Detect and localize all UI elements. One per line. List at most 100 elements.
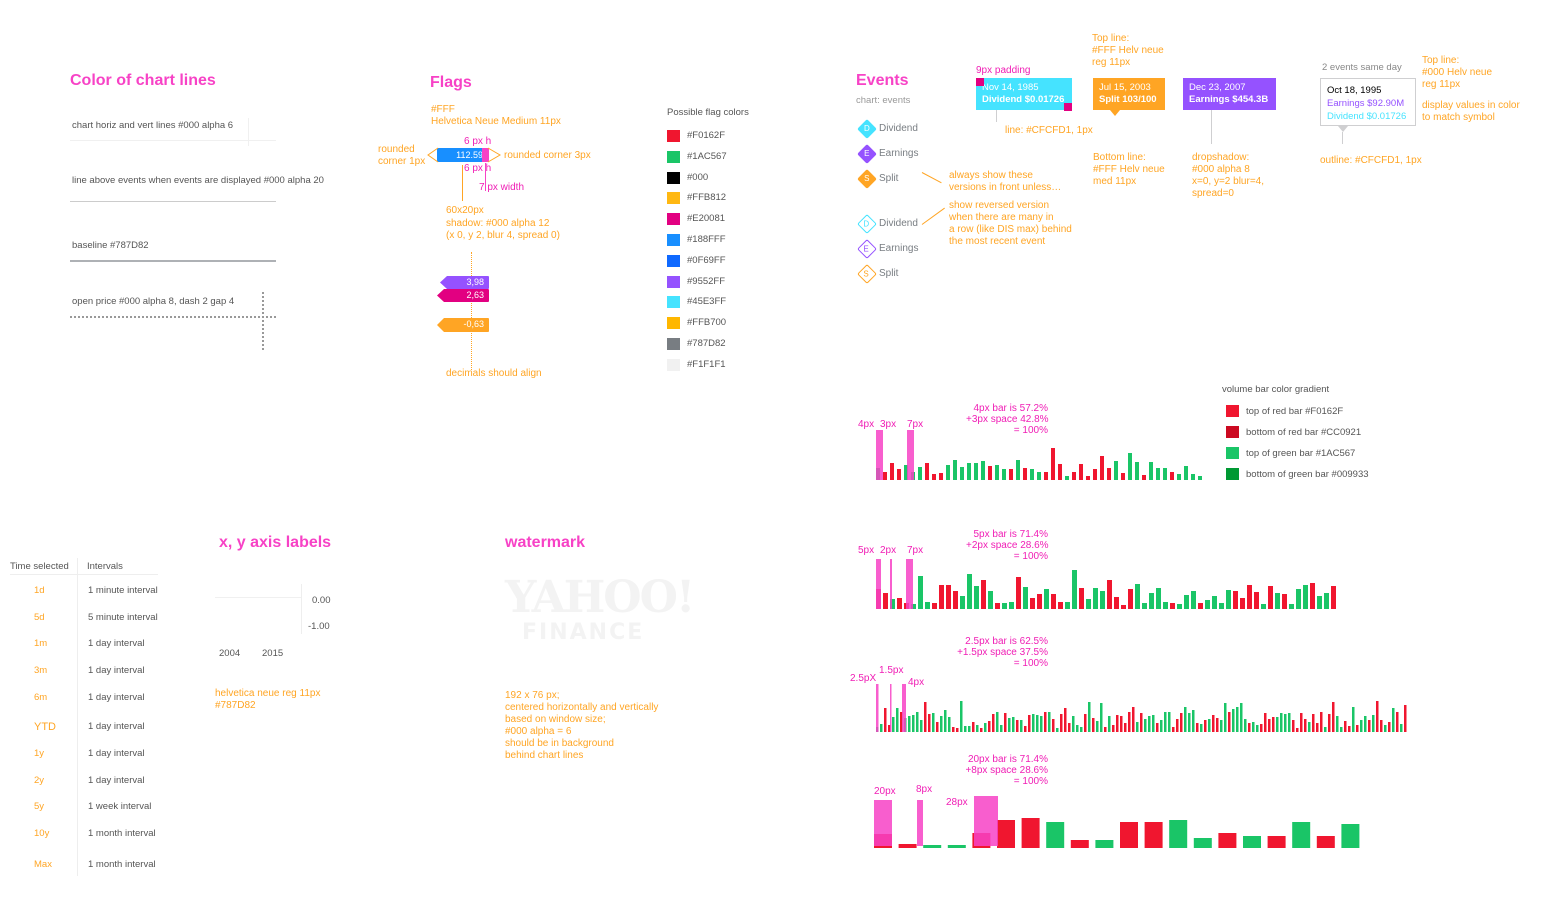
- volume-bar: [1400, 724, 1403, 732]
- volume-bar: [1128, 712, 1131, 732]
- interval-value: 1 day interval: [88, 692, 145, 703]
- volume-bar: [1228, 712, 1231, 732]
- volume-bar: [1072, 570, 1077, 609]
- color-swatch-label: #9552FF: [687, 275, 726, 287]
- bar-width-highlight: [890, 684, 892, 732]
- baseline-sample: [70, 260, 276, 262]
- volume-bar: [1142, 603, 1147, 609]
- open-price-sample: [70, 316, 276, 318]
- volume-bar: [1392, 708, 1395, 732]
- volume-bar: [1068, 723, 1071, 732]
- volume-bar: [1116, 715, 1119, 732]
- volume-bar: [1107, 580, 1112, 609]
- volume-bar: [939, 585, 944, 609]
- color-swatch-label: #FFB812: [687, 192, 727, 204]
- same-day-tooltip: Oct 18, 1995 Earnings $92.90M Dividend $…: [1320, 78, 1416, 126]
- volume-bar: [1156, 588, 1161, 609]
- volume-bar: [946, 465, 950, 480]
- volume-bar: [1380, 720, 1383, 732]
- volume-bar: [1177, 604, 1182, 609]
- events-dropshadow-note: dropshadow: #000 alpha 8 x=0, y=2 blur=4…: [1192, 152, 1264, 199]
- volume-bar: [960, 467, 964, 480]
- interval-value: 1 month interval: [88, 828, 156, 839]
- volume-bar: [1004, 713, 1007, 732]
- volume-bar: [1232, 709, 1235, 732]
- tooltip-pointer: [1338, 126, 1348, 132]
- volume-note: 2.5px bar is 62.5% +1.5px space 37.5% = …: [957, 636, 1048, 669]
- event-icon-label: Earnings: [879, 148, 919, 159]
- volume-bar: [1218, 833, 1237, 848]
- watermark-subtitle: FINANCE: [522, 620, 645, 645]
- volume-bar: [1282, 594, 1287, 609]
- volume-bar: [976, 725, 979, 732]
- volume-bar: [1096, 721, 1099, 732]
- volume-bar: [1121, 473, 1125, 480]
- volume-bar: [981, 461, 985, 480]
- volume-bar: [1135, 584, 1140, 609]
- interval-value: 1 day interval: [88, 748, 145, 759]
- volume-bar: [1164, 712, 1167, 732]
- color-swatch: [667, 296, 680, 309]
- volume-chart-2: [876, 559, 1336, 609]
- volume-bar: [1292, 822, 1311, 848]
- axis-grid-line: [215, 597, 301, 598]
- volume-bar: [1086, 476, 1090, 480]
- color-swatch: [667, 338, 680, 350]
- gradient-swatch-label: bottom of red bar #CC0921: [1246, 427, 1362, 438]
- volume-bar: [1051, 448, 1055, 480]
- volume-bar: [890, 463, 894, 480]
- volume-bar: [1120, 716, 1123, 732]
- volume-bar: [1076, 725, 1079, 732]
- interval-value: 1 day interval: [88, 775, 145, 786]
- volume-bar: [1136, 722, 1139, 732]
- volume-bar: [897, 598, 902, 609]
- interval-time: 10y: [34, 828, 50, 839]
- volume-bar: [1268, 719, 1271, 732]
- volume-bar: [1236, 707, 1239, 732]
- color-swatch: [667, 317, 680, 330]
- volume-bar: [1256, 725, 1259, 732]
- same-day-top-note: Top line: #000 Helv neue reg 11px: [1422, 55, 1493, 90]
- volume-bar: [940, 716, 943, 732]
- flags-h-bottom: 6 px h: [464, 163, 492, 174]
- volume-bar: [968, 726, 971, 732]
- volume-bar: [918, 467, 922, 480]
- volume-bar: [956, 728, 959, 732]
- watermark-note: 192 x 76 px; centered horizontally and v…: [505, 690, 659, 761]
- dividend-icon: D: [857, 119, 877, 139]
- color-swatch-label: #45E3FF: [687, 296, 727, 308]
- bar-width-highlight: [874, 800, 892, 846]
- event-icon-label: Split: [879, 268, 899, 279]
- volume-bar: [1169, 820, 1188, 848]
- volume-bar: [1037, 472, 1041, 480]
- volume-bar: [1037, 594, 1042, 609]
- interval-value: 1 day interval: [88, 638, 145, 649]
- gradient-swatch: [1226, 405, 1239, 417]
- volume-bar: [1093, 588, 1098, 609]
- flags-shadow-params: (x 0, y 2, blur 4, spread 0): [446, 230, 560, 241]
- volume-bar: [1163, 602, 1168, 609]
- same-day-outline-note: outline: #CFCFD1, 1px: [1320, 155, 1422, 166]
- chart-lines-item: open price #000 alpha 8, dash 2 gap 4: [72, 296, 235, 307]
- volume-bar: [1156, 723, 1159, 732]
- events-line-note: line: #CFCFD1, 1px: [1005, 125, 1093, 136]
- event-tooltip-dividend: Nov 14, 1985 Dividend $0.01726: [976, 78, 1072, 110]
- volume-bar: [1254, 592, 1259, 609]
- events-note-front: always show these versions in front unle…: [949, 170, 1062, 193]
- volume-bar: [1016, 577, 1021, 609]
- volume-bar: [1184, 707, 1187, 732]
- volume-bar: [916, 712, 919, 732]
- volume-bar: [883, 472, 887, 480]
- volume-bar: [1176, 719, 1179, 732]
- color-swatch: [667, 192, 680, 205]
- volume-bar: [995, 603, 1000, 609]
- y-tick-label: -1.00: [308, 621, 330, 632]
- color-swatch: [667, 130, 680, 142]
- bar-size-label: 5px: [858, 545, 875, 556]
- bar-width-highlight: [902, 684, 906, 732]
- color-swatch-label: #000: [687, 171, 709, 183]
- volume-bar: [1204, 720, 1207, 732]
- volume-bar: [1140, 713, 1143, 732]
- volume-bar: [1272, 717, 1275, 732]
- volume-bar: [923, 845, 942, 848]
